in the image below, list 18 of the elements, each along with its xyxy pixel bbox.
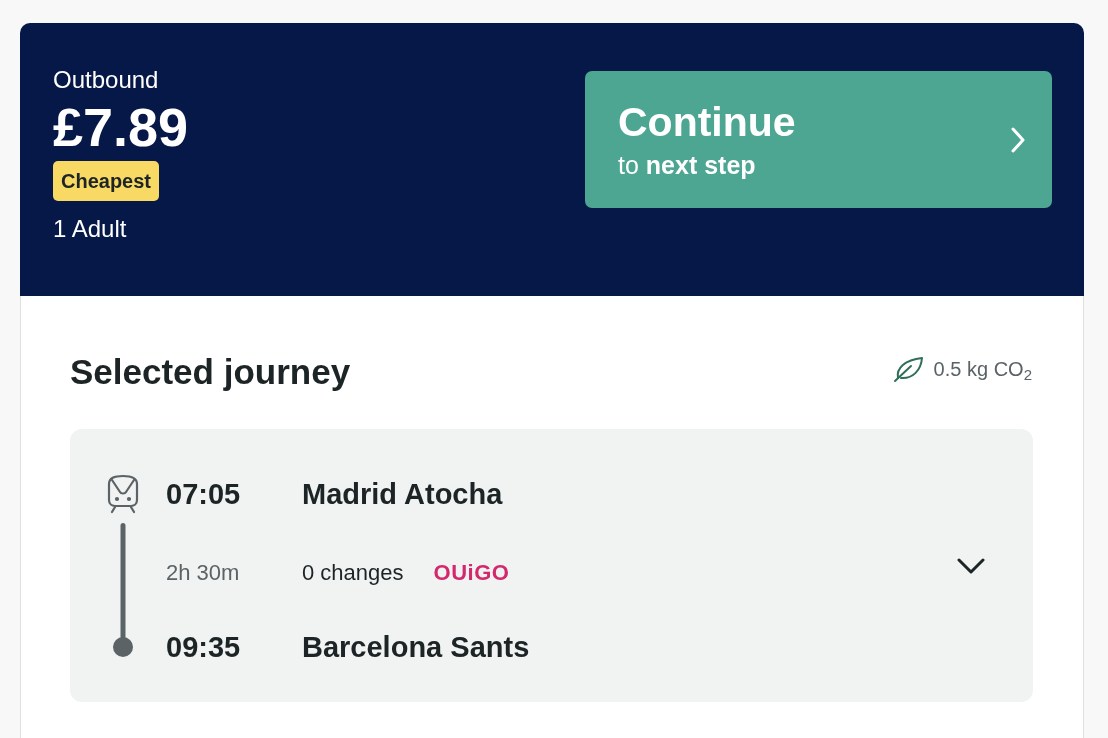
arrival-station: Barcelona Sants	[302, 630, 531, 665]
chevron-right-icon	[1011, 126, 1025, 153]
leaf-icon	[892, 355, 924, 383]
departure-time: 07:05	[166, 477, 242, 512]
train-icon	[105, 474, 141, 514]
duration-text: 2h 30m	[166, 559, 241, 587]
price-text: £7.89	[53, 96, 189, 158]
arrival-time: 09:35	[166, 630, 242, 665]
departure-station: Madrid Atocha	[302, 477, 504, 512]
section-heading: Selected journey	[70, 351, 351, 393]
emissions-text: 0.5 kg CO$_{2}$	[933, 357, 1032, 381]
direction-label: Outbound	[53, 66, 159, 94]
operator-logo: OUiGO	[433, 559, 510, 587]
continue-button[interactable]: Continue to next step	[585, 71, 1052, 208]
passenger-count: 1 Adult	[53, 215, 127, 243]
changes-text: 0 changes	[302, 559, 404, 587]
chevron-down-icon[interactable]	[957, 558, 985, 574]
cheapest-badge: Cheapest	[53, 161, 160, 201]
